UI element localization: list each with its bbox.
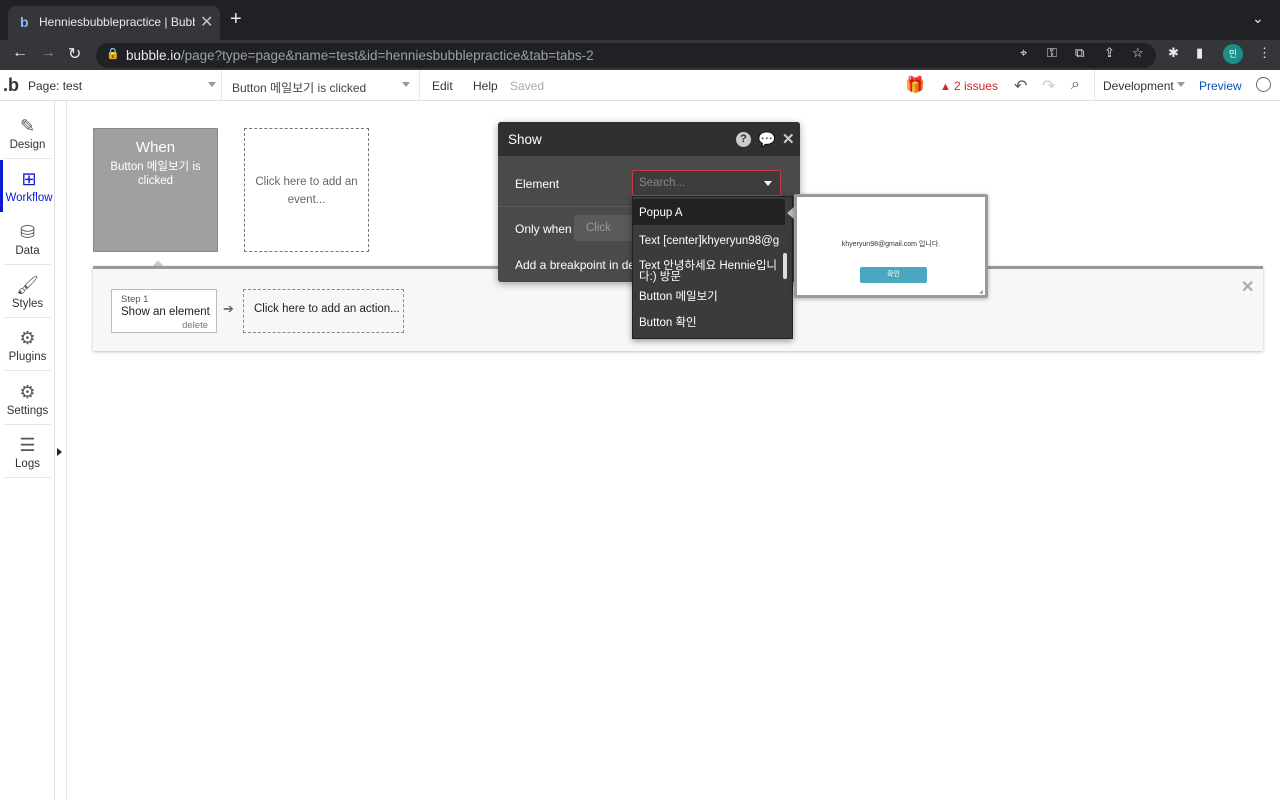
element-dropdown-list: Popup A Text [center]khyeryun98@g Text 안… [632,196,793,339]
search-icon[interactable]: ⌕ [1071,76,1080,94]
design-icon: ✎ [19,116,36,136]
sidebar-item-settings[interactable]: ⚙ Settings [0,373,55,425]
editor-top-bar: .b Page: test Button 메일보기 is clicked Edi… [0,70,1280,101]
tab-search-chevron-icon[interactable]: ⌄ [1252,10,1264,27]
bubble-favicon-icon: b [20,14,29,30]
close-icon[interactable]: ✕ [782,130,795,148]
sidebar-item-logs[interactable]: ☰ Logs [0,426,55,478]
menu-edit[interactable]: Edit [432,79,453,93]
environment-selector[interactable]: Development [1094,70,1190,101]
add-event-placeholder[interactable]: Click here to add an event... [244,128,369,252]
browser-tab-bar: b Henniesbubblepractice | Bubble ✕ + ⌄ [0,0,1280,40]
preview-button[interactable]: Preview [1199,79,1242,93]
dropdown-scrollbar[interactable] [783,253,787,279]
close-panel-icon[interactable]: ✕ [1241,277,1254,297]
dialog-title: Show [508,132,542,147]
browser-menu-icon[interactable]: ⋮ [1258,45,1271,61]
saved-status: Saved [510,79,545,93]
step-number: Step 1 [121,294,149,305]
event-when-label: When [135,139,176,156]
browser-tab[interactable]: b Henniesbubblepractice | Bubble ✕ [8,6,220,40]
element-search-dropdown[interactable]: Search... [632,170,781,196]
share-icon[interactable]: ⇪ [1104,45,1115,61]
preview-pointer [787,207,794,219]
sidebar-item-plugins[interactable]: ⚙ Plugins [0,319,55,371]
lock-icon: 🔒 [106,48,120,60]
issues-count: 2 issues [953,79,998,93]
element-preview: khyeryun98@gmail.com 입니다. 확인 ◢ [794,194,988,298]
chevron-down-icon [208,82,216,87]
account-icon[interactable] [1256,77,1271,92]
page-selector[interactable]: Page: test [22,70,222,101]
sidebar-item-data[interactable]: ⛁ Data [0,213,55,265]
chevron-down-icon [402,82,410,87]
only-when-label: Only when [515,222,572,236]
tab-title: Henniesbubblepractice | Bubble [39,15,195,29]
gift-icon[interactable]: 🎁 [905,75,925,95]
dropdown-option[interactable]: Popup A [633,199,785,225]
workflow-icon: ⊞ [21,169,37,189]
forward-icon[interactable]: → [40,44,56,62]
resize-grip-icon: ◢ [979,289,983,295]
step-delete-link[interactable]: delete [182,320,208,331]
url-text: bubble.io/page?type=page&name=test&id=he… [126,48,594,63]
canvas-divider [66,101,67,800]
undo-icon[interactable]: ↶ [1014,76,1027,96]
close-tab-icon[interactable]: ✕ [200,12,213,32]
reload-icon[interactable]: ↻ [68,44,81,64]
key-icon[interactable]: ⚿ [1047,45,1057,61]
only-when-value: Click [586,222,611,234]
issues-indicator[interactable]: ▲ 2 issues [940,79,998,93]
breakpoint-label[interactable]: Add a breakpoint in debug mode [515,258,635,272]
extensions-icon[interactable]: ✱ [1168,45,1179,61]
side-panel-icon[interactable]: ▮ [1196,45,1203,61]
element-search-placeholder: Search... [639,177,686,189]
sidebar-item-styles[interactable]: 🖌 Styles [0,266,55,318]
bookmark-star-icon[interactable]: ☆ [1132,45,1144,61]
redo-icon[interactable]: ↷ [1042,76,1055,96]
data-icon: ⛁ [19,222,36,242]
dropdown-option[interactable]: Button 확인 [633,310,785,336]
page-selector-label: Page: test [28,79,83,93]
help-icon[interactable]: ? [736,132,751,147]
styles-icon: 🖌 [16,275,39,295]
chevron-down-icon [764,181,772,186]
warning-icon: ▲ [940,81,954,93]
comment-icon[interactable]: 💬 [758,131,775,148]
translate-icon[interactable]: ⧉ [1075,45,1084,61]
editor-sidebar: ✎ Design ⊞ Workflow ⛁ Data 🖌 Styles ⚙ Pl… [0,101,55,800]
bubble-logo[interactable]: .b [3,75,19,96]
preview-text: khyeryun98@gmail.com 입니다. [841,241,941,248]
back-icon[interactable]: ← [12,44,28,62]
new-tab-icon[interactable]: + [230,8,242,31]
event-selector-label: Button 메일보기 is clicked [232,81,367,95]
dropdown-option[interactable]: Text 안녕하세요 Hennie입니다:) 방문 [633,255,785,283]
sidebar-item-design[interactable]: ✎ Design [0,107,55,159]
chevron-down-icon [1177,82,1185,87]
menu-help[interactable]: Help [473,79,498,93]
expand-panel-icon[interactable] [57,448,62,456]
environment-label: Development [1103,79,1174,93]
event-description: Button 메일보기 is clicked [110,161,201,187]
sidebar-item-workflow[interactable]: ⊞ Workflow [0,160,55,212]
step-card[interactable]: Step 1 Show an element delete [111,289,217,333]
plugins-icon: ⚙ [19,328,36,348]
profile-avatar[interactable]: 민 [1223,44,1243,64]
settings-icon: ⚙ [19,382,36,402]
element-label: Element [515,177,560,191]
preview-confirm-button: 확인 [860,267,927,283]
step-title: Show an element [121,306,210,318]
arrow-right-icon: ➔ [223,301,234,316]
add-action-placeholder[interactable]: Click here to add an action... [243,289,404,333]
event-card[interactable]: When Button 메일보기 is clicked [93,128,218,252]
dropdown-option[interactable]: Button 메일보기 [633,283,785,309]
logs-icon: ☰ [19,435,36,455]
dropdown-option[interactable]: Text [center]khyeryun98@g [633,227,785,253]
dialog-header: Show ? 💬 ✕ [498,122,800,156]
browser-toolbar: ← → ↻ 🔒 bubble.io/page?type=page&name=te… [0,40,1280,70]
location-blocked-icon[interactable]: ⌖ [1020,45,1027,61]
event-selector[interactable]: Button 메일보기 is clicked [224,70,420,101]
address-bar[interactable]: 🔒 bubble.io/page?type=page&name=test&id=… [96,43,1156,68]
